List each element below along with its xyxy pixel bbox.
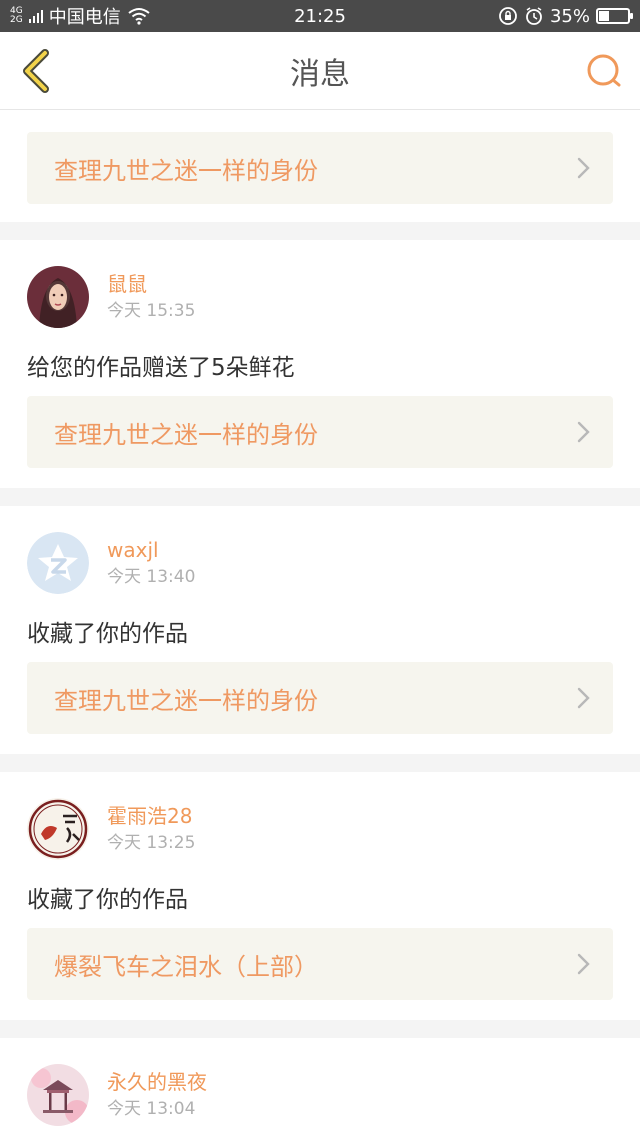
network-bottom: 2G xyxy=(10,15,23,25)
clock: 21:25 xyxy=(294,5,346,27)
page-title: 消息 xyxy=(290,56,350,92)
message-card: 永久的黑夜 今天 13:04 xyxy=(0,1038,640,1138)
timestamp: 今天 13:25 xyxy=(107,833,196,853)
signal-icon xyxy=(28,9,43,23)
network-type-indicator: 4G 2G xyxy=(10,7,23,25)
timestamp: 今天 15:35 xyxy=(107,301,196,321)
battery-icon xyxy=(596,8,633,24)
alarm-icon xyxy=(526,7,542,25)
lock-rotation-icon xyxy=(499,7,517,25)
username[interactable]: 永久的黑夜 xyxy=(107,1068,207,1096)
nav-bar: 消息 xyxy=(0,32,640,110)
username[interactable]: 鼠鼠 xyxy=(107,270,195,298)
search-icon xyxy=(587,54,621,86)
message-header: 永久的黑夜 今天 13:04 xyxy=(27,1064,613,1126)
timestamp: 今天 13:40 xyxy=(107,567,196,587)
chevron-right-icon xyxy=(577,157,590,179)
work-title: 爆裂飞车之泪水（上部） xyxy=(54,952,318,981)
work-link[interactable]: 爆裂飞车之泪水（上部） xyxy=(27,928,613,1000)
timestamp: 今天 13:04 xyxy=(107,1099,196,1119)
work-link[interactable]: 查理九世之迷一样的身份 xyxy=(27,662,613,734)
status-right: 35% xyxy=(498,5,633,27)
chevron-right-icon xyxy=(577,953,590,975)
battery-fill xyxy=(599,11,609,21)
message-text: 收藏了你的作品 xyxy=(27,621,188,647)
avatar[interactable] xyxy=(27,266,89,328)
message-header: waxjl 今天 13:40 xyxy=(27,532,613,594)
message-text: 给您的作品赠送了5朵鲜花 xyxy=(27,355,295,381)
work-title: 查理九世之迷一样的身份 xyxy=(54,156,318,185)
message-card: waxjl 今天 13:40 收藏了你的作品 查理九世之迷一样的身份 xyxy=(0,506,640,754)
avatar[interactable] xyxy=(27,798,89,860)
chevron-right-icon xyxy=(577,421,590,443)
status-bar: 4G 2G 中国电信 21:25 35% xyxy=(0,0,640,32)
work-link[interactable]: 查理九世之迷一样的身份 xyxy=(27,132,613,204)
search-button[interactable] xyxy=(584,51,624,91)
message-text: 收藏了你的作品 xyxy=(27,887,188,913)
chevron-right-icon xyxy=(577,687,590,709)
avatar[interactable] xyxy=(27,532,89,594)
username[interactable]: 霍雨浩28 xyxy=(107,802,195,830)
message-header: 霍雨浩28 今天 13:25 xyxy=(27,798,613,860)
message-header: 鼠鼠 今天 15:35 xyxy=(27,266,613,328)
avatar[interactable] xyxy=(27,1064,89,1126)
message-card: 霍雨浩28 今天 13:25 收藏了你的作品 爆裂飞车之泪水（上部） xyxy=(0,772,640,1020)
work-title: 查理九世之迷一样的身份 xyxy=(54,686,318,715)
username[interactable]: waxjl xyxy=(107,536,195,564)
work-title: 查理九世之迷一样的身份 xyxy=(54,420,318,449)
work-link[interactable]: 查理九世之迷一样的身份 xyxy=(27,396,613,468)
battery-percent: 35% xyxy=(549,5,590,27)
back-button[interactable] xyxy=(16,48,56,93)
chevron-left-icon xyxy=(23,48,49,93)
wifi-icon xyxy=(128,8,150,25)
message-card: 鼠鼠 今天 15:35 给您的作品赠送了5朵鲜花 查理九世之迷一样的身份 xyxy=(0,240,640,488)
message-card-top: 查理九世之迷一样的身份 xyxy=(0,110,640,222)
status-left: 4G 2G 中国电信 xyxy=(10,3,151,29)
carrier-name: 中国电信 xyxy=(48,7,121,28)
